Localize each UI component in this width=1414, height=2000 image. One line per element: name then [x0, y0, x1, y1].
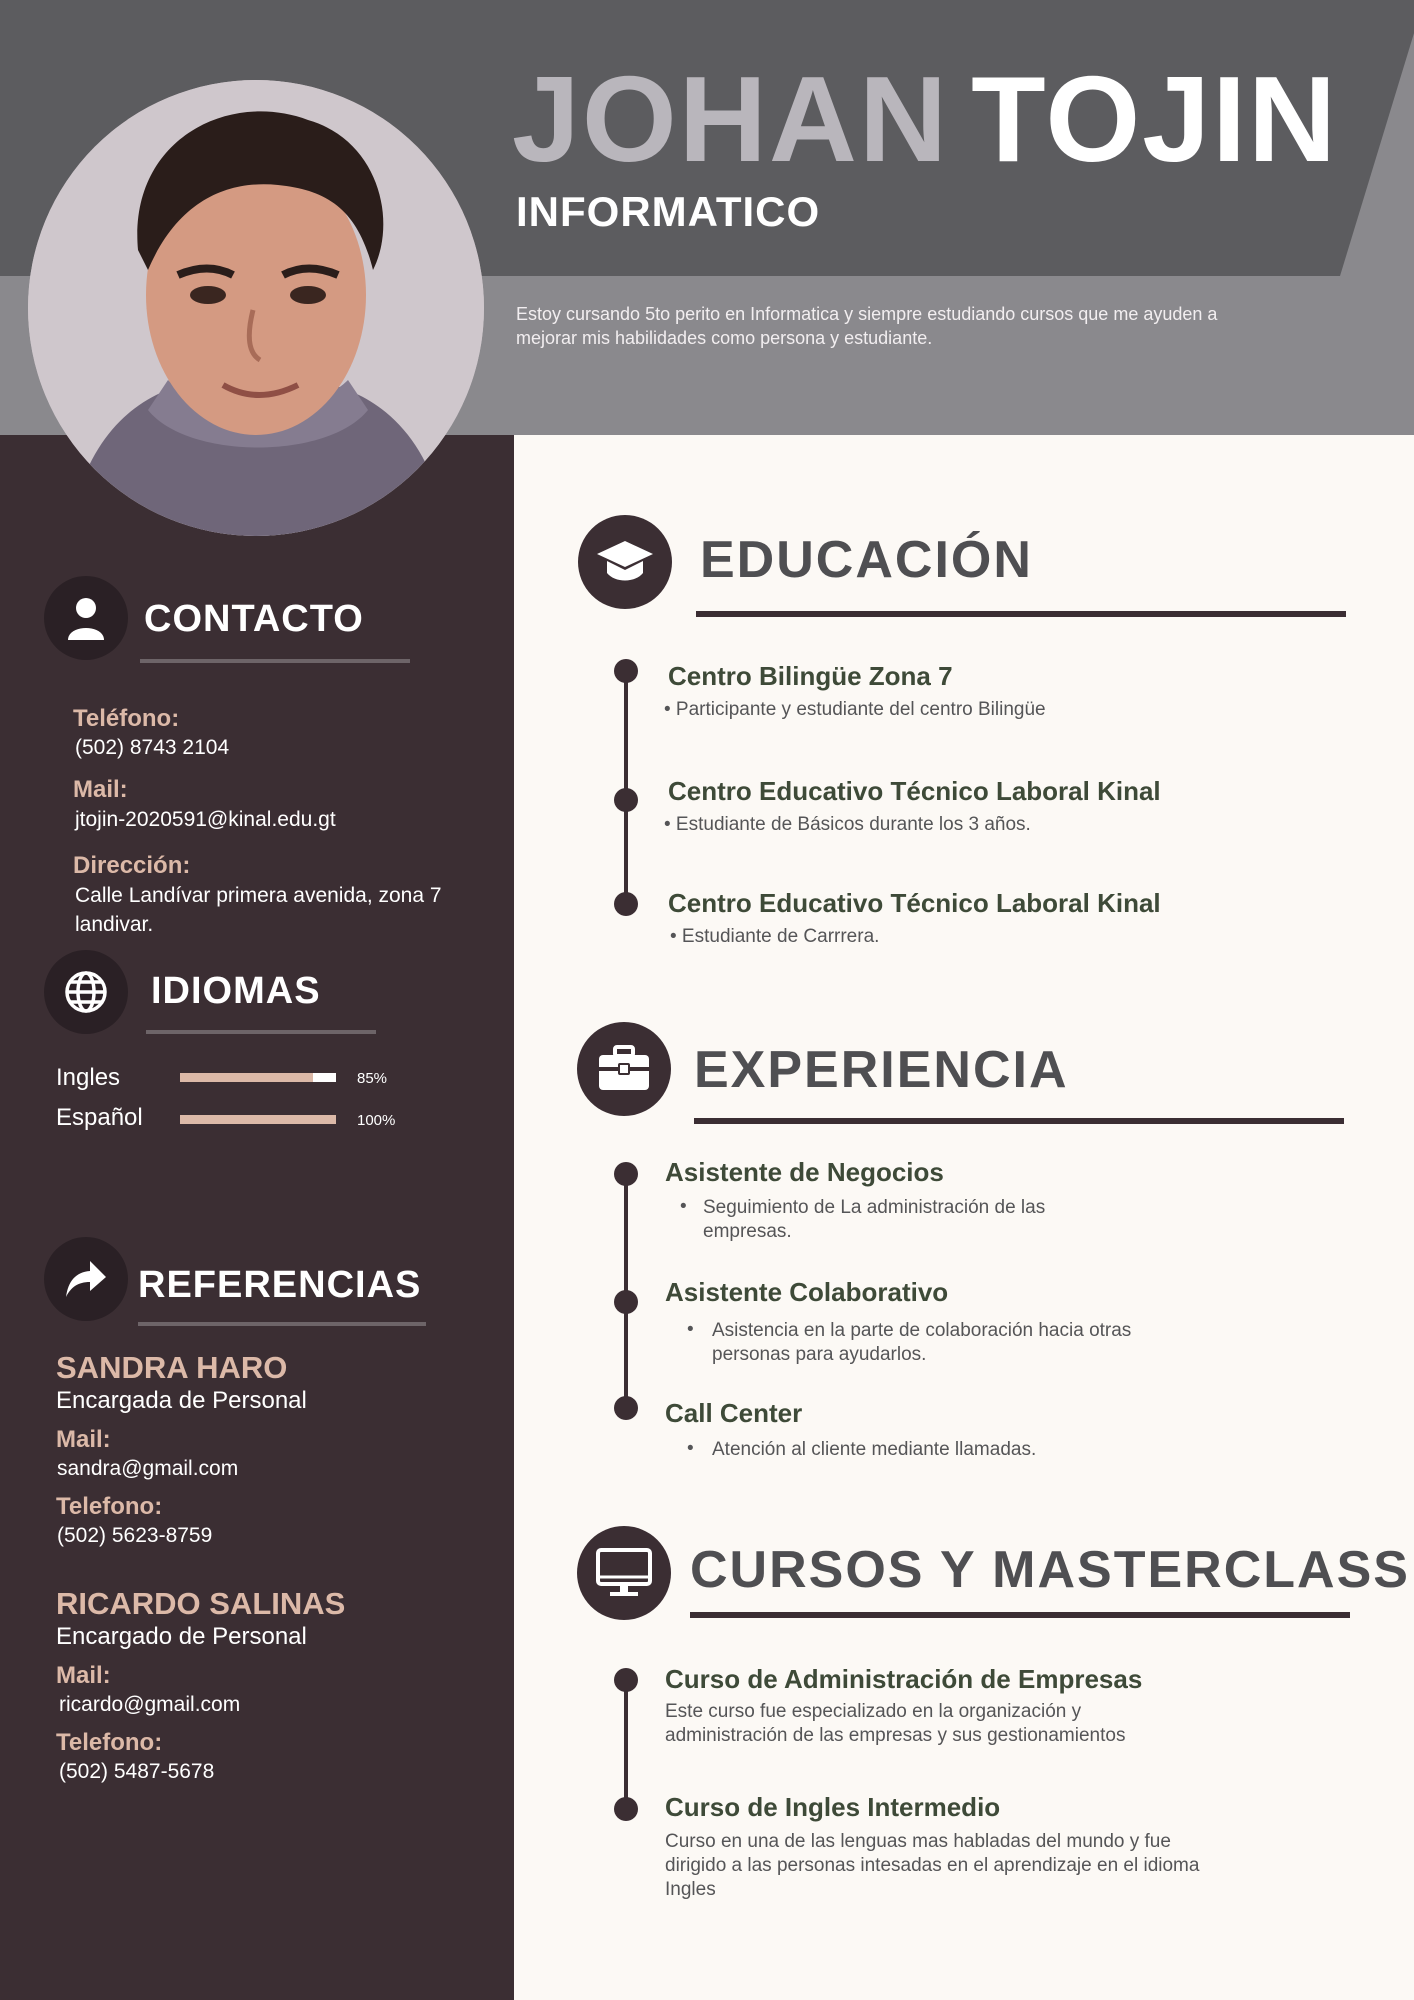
timeline-dot [614, 659, 638, 683]
language-percent: 85% [357, 1070, 388, 1087]
experience-item-title: Call Center [665, 1398, 803, 1428]
language-bar [180, 1073, 336, 1082]
graduation-cap-icon [578, 515, 672, 609]
bullet: • [680, 1196, 687, 1217]
experience-item-text: Atención al cliente mediante llamadas. [712, 1439, 1037, 1460]
globe-icon [44, 950, 128, 1034]
reference-name: SANDRA HARO [56, 1350, 288, 1385]
phone-label: Teléfono: [73, 705, 180, 732]
course-item-text: Este curso fue especializado en la organ… [665, 1701, 1126, 1746]
courses-timeline [624, 1680, 628, 1810]
course-item-title: Curso de Administración de Empresas [665, 1664, 1143, 1694]
references-heading: REFERENCIAS [138, 1264, 422, 1306]
reference-phone: (502) 5623-8759 [57, 1524, 213, 1547]
profile-summary: Estoy cursando 5to perito en Informatica… [516, 304, 1218, 348]
languages-divider [146, 1030, 376, 1034]
portrait-illustration [28, 80, 484, 536]
education-item-text: • Estudiante de Básicos durante los 3 añ… [664, 814, 1031, 835]
timeline-dot [614, 1162, 638, 1186]
timeline-dot [614, 1668, 638, 1692]
share-arrow-icon [44, 1237, 128, 1321]
monitor-icon [577, 1526, 671, 1620]
mail-value: jtojin-2020591@kinal.edu.gt [75, 808, 336, 831]
reference-phone: (502) 5487-5678 [59, 1760, 215, 1783]
reference-name: RICARDO SALINAS [56, 1586, 346, 1621]
timeline-dot [614, 1290, 638, 1314]
education-item-title: Centro Educativo Técnico Laboral Kinal [668, 888, 1161, 918]
education-heading: EDUCACIÓN [700, 531, 1033, 589]
first-name: JOHAN [512, 51, 950, 187]
language-percent: 100% [357, 1112, 396, 1129]
language-bar-fill [180, 1073, 313, 1082]
job-title: INFORMATICO [516, 188, 821, 235]
address-value: Calle Landívar primera avenida, zona 7 l… [75, 884, 442, 936]
timeline-dot [614, 788, 638, 812]
courses-heading: CURSOS Y MASTERCLASS [690, 1541, 1410, 1599]
timeline-dot [614, 1396, 638, 1420]
reference-mail: sandra@gmail.com [57, 1457, 239, 1480]
language-bar [180, 1115, 336, 1124]
timeline-dot [614, 892, 638, 916]
address-label: Dirección: [73, 852, 191, 879]
user-icon [44, 576, 128, 660]
reference-phone-label: Telefono: [56, 1493, 163, 1520]
references-divider [138, 1322, 426, 1326]
experience-item-text: Asistencia en la parte de colaboración h… [712, 1320, 1132, 1365]
reference-role: Encargado de Personal [56, 1623, 307, 1650]
language-name: Español [56, 1104, 143, 1131]
experience-heading: EXPERIENCIA [694, 1041, 1069, 1099]
contact-heading: CONTACTO [144, 598, 364, 640]
phone-value: (502) 8743 2104 [75, 736, 230, 759]
education-item-title: Centro Educativo Técnico Laboral Kinal [668, 776, 1161, 806]
education-item-text: • Estudiante de Carrrera. [670, 926, 880, 947]
timeline-dot [614, 1797, 638, 1821]
profile-photo [28, 80, 484, 536]
contact-divider [140, 659, 410, 663]
experience-item-text: Seguimiento de La administración de las … [703, 1197, 1046, 1242]
course-item-text: Curso en una de las lenguas mas habladas… [665, 1831, 1200, 1900]
language-bar-fill [180, 1115, 336, 1124]
languages-heading: IDIOMAS [151, 970, 321, 1012]
reference-mail-label: Mail: [56, 1662, 111, 1689]
reference-role: Encargada de Personal [56, 1387, 307, 1414]
last-name: TOJIN [971, 51, 1339, 187]
briefcase-icon [577, 1022, 671, 1116]
experience-item-title: Asistente Colaborativo [665, 1277, 949, 1307]
education-item-title: Centro Bilingüe Zona 7 [668, 661, 953, 691]
full-name: JOHAN TOJIN [512, 58, 1338, 180]
education-item-text: • Participante y estudiante del centro B… [664, 699, 1046, 720]
reference-mail-label: Mail: [56, 1426, 111, 1453]
bullet: • [687, 1438, 694, 1459]
course-item-title: Curso de Ingles Intermedio [665, 1792, 1001, 1822]
bullet: • [687, 1319, 694, 1340]
mail-label: Mail: [73, 776, 128, 803]
experience-divider [694, 1118, 1344, 1124]
reference-phone-label: Telefono: [56, 1729, 163, 1756]
language-name: Ingles [56, 1064, 121, 1091]
education-divider [696, 611, 1346, 617]
reference-mail: ricardo@gmail.com [59, 1693, 241, 1716]
experience-item-title: Asistente de Negocios [665, 1157, 944, 1187]
courses-divider [690, 1612, 1350, 1618]
